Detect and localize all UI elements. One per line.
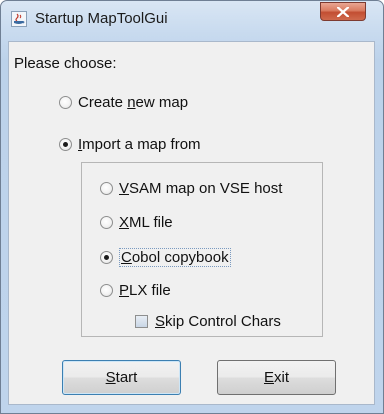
plx-file-label: PLX file	[119, 282, 171, 299]
xml-file-label: XML file	[119, 214, 173, 231]
import-map-radio[interactable]	[59, 138, 72, 151]
import-map-label: Import a map from	[78, 136, 201, 153]
import-map-option[interactable]: Import a map from	[59, 136, 201, 153]
vsam-label: VSAM map on VSE host	[119, 180, 283, 197]
dialog-content: Please choose: Create new map Import a m…	[8, 41, 375, 405]
create-new-map-radio[interactable]	[59, 96, 72, 109]
skip-control-chars-checkbox[interactable]	[135, 315, 148, 328]
exit-button-label: Exit	[263, 369, 289, 386]
window-title: Startup MapToolGui	[35, 10, 168, 27]
choose-prompt: Please choose:	[14, 55, 117, 72]
skip-control-chars-option[interactable]: Skip Control Chars	[135, 313, 281, 330]
title-bar[interactable]: Startup MapToolGui	[1, 1, 383, 41]
cobol-copybook-option[interactable]: Cobol copybook	[100, 248, 231, 267]
close-button[interactable]	[320, 2, 366, 21]
cobol-copybook-radio[interactable]	[100, 251, 113, 264]
xml-file-option[interactable]: XML file	[100, 214, 173, 231]
start-button-label: Start	[105, 369, 138, 386]
vsam-radio[interactable]	[100, 182, 113, 195]
cobol-copybook-label: Cobol copybook	[119, 248, 231, 267]
exit-button[interactable]: Exit	[217, 360, 336, 395]
start-button[interactable]: Start	[62, 360, 181, 395]
close-x-icon	[337, 7, 349, 17]
java-app-icon	[11, 11, 27, 27]
create-new-map-label: Create new map	[78, 94, 189, 111]
plx-file-option[interactable]: PLX file	[100, 282, 171, 299]
xml-file-radio[interactable]	[100, 216, 113, 229]
vsam-option[interactable]: VSAM map on VSE host	[100, 180, 282, 197]
startup-dialog-window: Startup MapToolGui Please choose: Create…	[0, 0, 384, 414]
create-new-map-option[interactable]: Create new map	[59, 94, 188, 111]
plx-file-radio[interactable]	[100, 284, 113, 297]
skip-control-chars-label: Skip Control Chars	[155, 313, 281, 330]
